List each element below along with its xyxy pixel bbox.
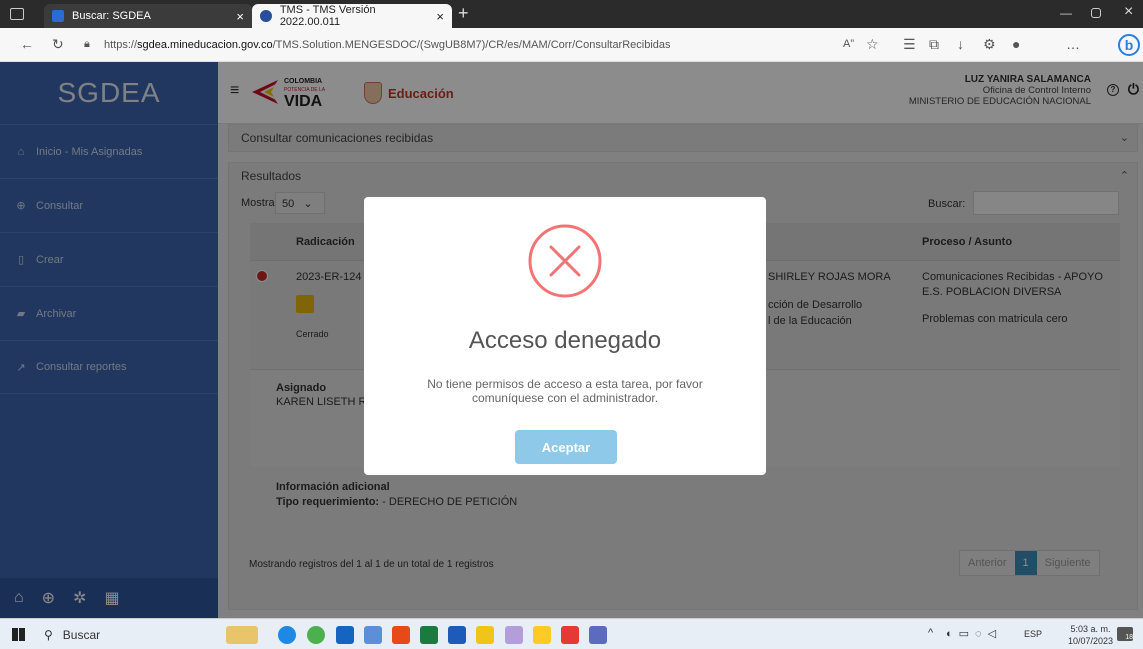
tray-icons[interactable]: ◐▭◌◁ — [946, 627, 1002, 640]
sticky-notes-app-icon[interactable] — [476, 626, 494, 644]
taskbar-search[interactable]: ⚲ Buscar — [38, 620, 208, 649]
new-tab-icon[interactable]: + — [458, 3, 469, 24]
tab-tms[interactable]: TMS - TMS Versión 2022.00.011 × — [252, 4, 452, 28]
chrome-app-icon[interactable] — [307, 626, 325, 644]
app-icon[interactable] — [364, 626, 382, 644]
close-window-icon[interactable]: × — [1124, 3, 1133, 21]
profile-icon[interactable]: ● — [1012, 36, 1020, 52]
tab-title: Buscar: SGDEA — [72, 10, 151, 22]
file-explorer-app-icon[interactable] — [533, 626, 551, 644]
tab-buscar-sgdea[interactable]: Buscar: SGDEA × — [44, 4, 252, 28]
language-indicator[interactable]: ESP — [1024, 629, 1042, 639]
news-app-icon[interactable] — [226, 626, 258, 644]
access-denied-modal: Acceso denegado No tiene permisos de acc… — [364, 197, 766, 475]
pdf-app-icon[interactable] — [561, 626, 579, 644]
collections-icon[interactable]: ⧉ — [929, 36, 939, 53]
address-toolbar: ← ↻ 🔒︎ https://sgdea.mineducacion.gov.co… — [0, 28, 1143, 62]
url-prefix: https:// — [104, 39, 138, 51]
url-field[interactable]: https://sgdea.mineducacion.gov.co/TMS.So… — [104, 33, 874, 57]
tms-favicon-icon — [260, 10, 272, 22]
browser-tab-bar: Buscar: SGDEA × TMS - TMS Versión 2022.0… — [0, 0, 1143, 28]
modal-title: Acceso denegado — [468, 327, 662, 354]
clock-date: 10/07/2023 — [1068, 636, 1114, 646]
error-x-icon — [528, 224, 602, 298]
favorite-star-icon[interactable]: ☆ — [866, 36, 879, 53]
bing-icon[interactable]: b — [1118, 34, 1140, 56]
more-menu-icon[interactable]: … — [1066, 36, 1080, 52]
close-tab-icon[interactable]: × — [236, 9, 244, 24]
edge-app-icon[interactable] — [278, 626, 296, 644]
taskbar-search-placeholder: Buscar — [62, 627, 101, 642]
teams-app-icon[interactable] — [589, 626, 607, 644]
tab-actions-icon[interactable] — [10, 8, 24, 20]
excel-app-icon[interactable] — [420, 626, 438, 644]
minimize-icon[interactable]: — — [1060, 6, 1072, 20]
downloads-icon[interactable]: ↓ — [957, 36, 964, 52]
clock-time: 5:03 a. m. — [1070, 624, 1111, 634]
accept-button[interactable]: Aceptar — [515, 430, 617, 464]
windows-taskbar: ⚲ Buscar ^ ◐▭◌◁ ESP 5:03 a. m. 10/07/202… — [0, 618, 1143, 649]
lock-icon: 🔒︎ — [84, 38, 90, 50]
read-aloud-icon[interactable]: A” — [843, 38, 854, 50]
url-domain: sgdea.mineducacion.gov.co — [137, 39, 273, 51]
back-icon[interactable]: ← — [20, 36, 34, 52]
refresh-icon[interactable]: ↻ — [52, 36, 64, 53]
outlook-app-icon[interactable] — [336, 626, 354, 644]
restore-icon[interactable] — [1091, 8, 1101, 18]
windows-start-icon[interactable] — [12, 628, 25, 641]
sgdea-favicon-icon — [52, 10, 64, 22]
word-app-icon[interactable] — [448, 626, 466, 644]
tab-title: TMS - TMS Versión 2022.00.011 — [279, 4, 376, 28]
clock[interactable]: 5:03 a. m. 10/07/2023 — [1068, 623, 1113, 647]
close-tab-icon[interactable]: × — [436, 9, 444, 24]
office-app-icon[interactable] — [392, 626, 410, 644]
notification-count: 18 — [1125, 634, 1133, 641]
modal-message: No tiene permisos de acceso a esta tarea… — [427, 377, 703, 405]
extensions-icon[interactable]: ⚙ — [983, 36, 996, 53]
tray-chevron-up-icon[interactable]: ^ — [928, 627, 933, 639]
url-path: /TMS.Solution.MENGESDOC/(SwgUB8M7)/CR/es… — [272, 39, 671, 51]
app-icon[interactable] — [505, 626, 523, 644]
notification-icon[interactable]: 18 — [1117, 627, 1133, 641]
search-icon: ⚲ — [44, 627, 53, 642]
favorites-icon[interactable]: ☰ — [903, 36, 916, 53]
